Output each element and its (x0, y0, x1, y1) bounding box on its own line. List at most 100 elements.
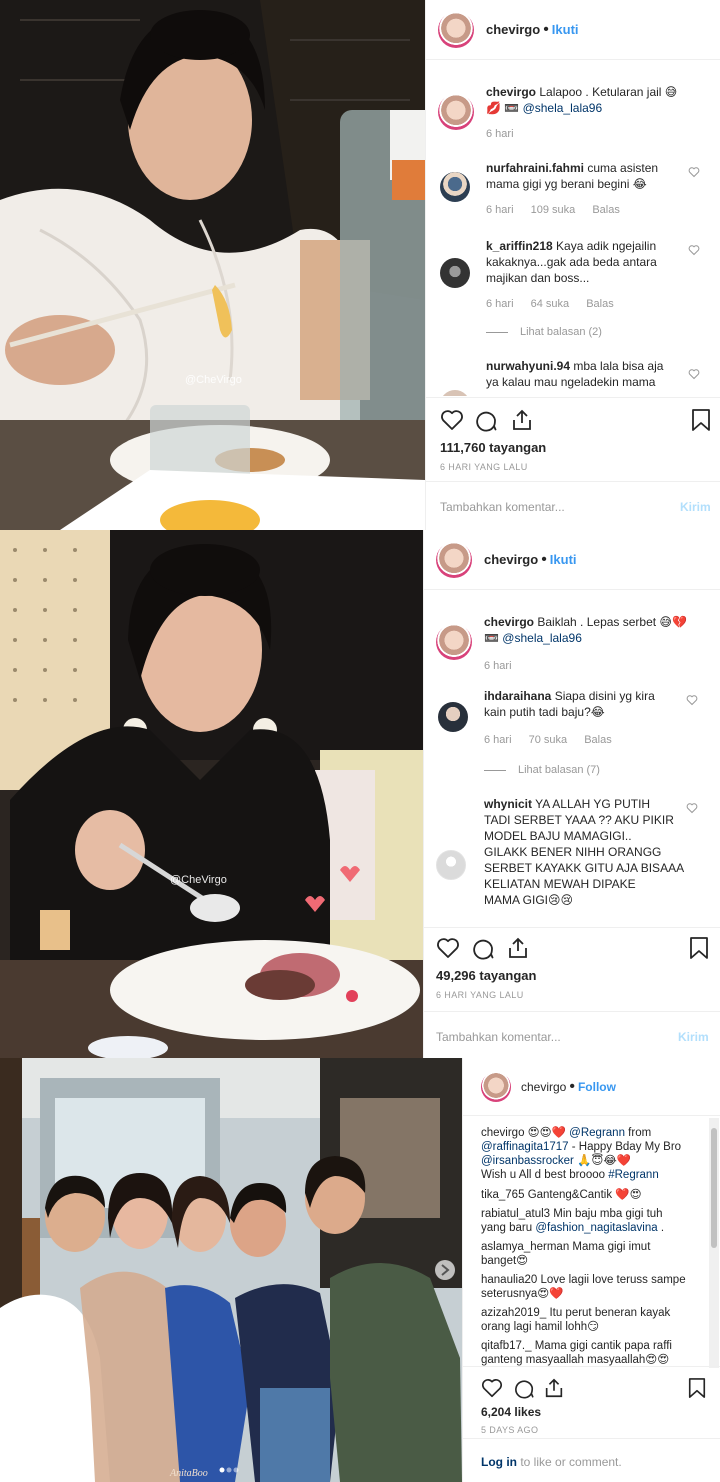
comment-username[interactable]: nurfahraini.fahmi (486, 161, 584, 175)
comment-username[interactable]: hanaulia20 (481, 1274, 537, 1286)
view-count[interactable]: 111,760 tayangan (440, 440, 546, 455)
add-comment-input[interactable]: Tambahkan komentar... (436, 1030, 561, 1044)
comment-username[interactable]: whynicit (484, 797, 532, 811)
share-icon[interactable] (506, 936, 530, 960)
caption-body: Baiklah . Lepas serbet 😅💔 (537, 615, 687, 629)
comment-username[interactable]: ihdaraihana (484, 689, 551, 703)
share-icon[interactable] (510, 408, 534, 432)
bookmark-icon[interactable] (688, 936, 710, 960)
comments-scrollbar[interactable] (709, 1118, 719, 1368)
comment-row: hanaulia20 Love lagii love teruss sampe … (481, 1273, 706, 1301)
like-count[interactable]: 6,204 likes (481, 1405, 541, 1419)
view-replies-button[interactable]: Lihat balasan (7) (484, 764, 600, 776)
comment-likes[interactable]: 109 suka (531, 204, 576, 216)
like-comment-heart-icon[interactable] (688, 244, 700, 256)
post-1-username[interactable]: chevirgo (486, 22, 540, 37)
scrollbar-thumb[interactable] (711, 1128, 717, 1248)
caption-mention[interactable]: @shela_lala96 (502, 631, 582, 645)
post-2-header: chevirgo • Ikuti (424, 530, 720, 590)
caption-username[interactable]: chevirgo (486, 85, 536, 99)
bookmark-icon[interactable] (687, 1377, 707, 1399)
comment-body-3: majikan dan boss... (486, 271, 590, 285)
commenter-avatar[interactable] (436, 850, 466, 880)
comment-time: 6 hari (484, 734, 512, 746)
post-2-video[interactable]: @CheVirgo (0, 530, 423, 1058)
follow-button[interactable]: Ikuti (550, 552, 577, 567)
like-comment-heart-icon[interactable] (688, 368, 700, 380)
comment-meta: 6 hari 70 suka Balas (484, 734, 626, 746)
caption-hashtag[interactable]: #Regrann (608, 1169, 659, 1181)
comment-username[interactable]: azizah2019_ (481, 1307, 546, 1319)
commenter-avatar[interactable] (440, 390, 470, 396)
post-1-photo-art: @CheVirgo (0, 0, 425, 530)
user-avatar[interactable] (436, 541, 472, 578)
comment-mention[interactable]: @fashion_nagitaslavina (535, 1222, 657, 1234)
comment-username[interactable]: rabiatul_atul3 (481, 1208, 550, 1220)
user-avatar[interactable] (438, 11, 474, 48)
comment-bubble-icon[interactable] (513, 1377, 535, 1399)
login-rest-text: to like or comment. (520, 1455, 622, 1469)
post-3: AnitaBoo chevirgo • Follow chevirgo 😍😍❤️… (0, 1058, 720, 1482)
comment-row: tika_765 Ganteng&Cantik ❤️😍 (481, 1188, 706, 1202)
caption-text: chevirgo Baiklah . Lepas serbet 😅💔 📼 @sh… (484, 614, 704, 646)
login-link[interactable]: Log in (481, 1455, 517, 1469)
commenter-avatar[interactable] (440, 258, 470, 288)
follow-button[interactable]: Follow (578, 1080, 616, 1094)
caption-username[interactable]: chevirgo (484, 615, 534, 629)
view-replies-button[interactable]: Lihat balasan (2) (486, 326, 602, 338)
comment-body-2: banget😍 (481, 1255, 529, 1267)
comment-username[interactable]: qitafb17._ (481, 1340, 532, 1352)
post-1-actions: 111,760 tayangan 6 HARI YANG LALU (426, 397, 720, 481)
comment-row: nurwahyuni.94 mba lala bisa aja ya kalau… (426, 358, 720, 396)
add-comment-input[interactable]: Tambahkan komentar... (440, 500, 565, 514)
post-2: @CheVirgo chevirgo • Ikuti chevirgo Baik… (0, 530, 720, 1058)
commenter-avatar[interactable] (438, 702, 468, 732)
reply-button[interactable]: Balas (584, 734, 612, 746)
commenter-avatar[interactable] (440, 172, 470, 202)
comment-username[interactable]: tika_765 (481, 1189, 524, 1201)
post-2-username[interactable]: chevirgo (484, 552, 538, 567)
comment-username[interactable]: k_ariffin218 (486, 239, 553, 253)
reply-button[interactable]: Balas (592, 204, 620, 216)
user-avatar[interactable] (438, 94, 474, 130)
caption-mention[interactable]: @shela_lala96 (523, 101, 603, 115)
view-count[interactable]: 49,296 tayangan (436, 968, 536, 983)
share-icon[interactable] (543, 1377, 565, 1399)
caption-mention[interactable]: @Regrann (569, 1127, 625, 1139)
like-comment-heart-icon[interactable] (688, 166, 700, 178)
comment-username[interactable]: aslamya_herman (481, 1241, 569, 1253)
comment-tail: . (660, 1222, 665, 1234)
post-1-video[interactable]: @CheVirgo (0, 0, 425, 530)
reply-button[interactable]: Balas (586, 298, 614, 310)
user-avatar[interactable] (481, 1071, 511, 1102)
comment-body-2: ya kalau mau ngeladekin mama (486, 375, 656, 389)
comment-username[interactable]: nurwahyuni.94 (486, 359, 570, 373)
post-3-photo[interactable]: AnitaBoo (0, 1058, 462, 1482)
add-comment-bar: Tambahkan komentar... Kirim (424, 1011, 720, 1058)
like-heart-icon[interactable] (440, 408, 464, 432)
bookmark-icon[interactable] (690, 408, 712, 432)
like-comment-heart-icon[interactable] (686, 802, 698, 814)
user-avatar[interactable] (436, 624, 472, 660)
caption-username[interactable]: chevirgo (481, 1127, 524, 1139)
comment-body-2: mama gigi yg berani begini 😂 (486, 177, 647, 191)
like-heart-icon[interactable] (481, 1377, 503, 1399)
send-comment-button[interactable]: Kirim (680, 500, 711, 514)
post-2-comments[interactable]: chevirgo Baiklah . Lepas serbet 😅💔 📼 @sh… (424, 590, 720, 927)
post-1: @CheVirgo chevirgo • Ikuti chevirgo Lala… (0, 0, 720, 530)
comment-bubble-icon[interactable] (471, 936, 495, 960)
send-comment-button[interactable]: Kirim (678, 1030, 709, 1044)
like-comment-heart-icon[interactable] (686, 694, 698, 706)
like-heart-icon[interactable] (436, 936, 460, 960)
comment-likes[interactable]: 70 suka (529, 734, 568, 746)
comment-bubble-icon[interactable] (474, 408, 498, 432)
post-3-username[interactable]: chevirgo (521, 1080, 566, 1094)
comment-body-2: orang lagi hamil lohh😏 (481, 1321, 600, 1333)
caption-mention[interactable]: @raffinagita1717 (481, 1141, 569, 1153)
caption: chevirgo Baiklah . Lepas serbet 😅💔 📼 @sh… (424, 614, 720, 684)
follow-button[interactable]: Ikuti (552, 22, 579, 37)
caption-mention[interactable]: @irsanbassrocker (481, 1155, 574, 1167)
post-1-comments[interactable]: chevirgo Lalapoo . Ketularan jail 😅 💋 📼 … (426, 60, 720, 396)
comment-body-2: kakaknya...gak ada beda antara (486, 255, 657, 269)
comment-likes[interactable]: 64 suka (531, 298, 570, 310)
